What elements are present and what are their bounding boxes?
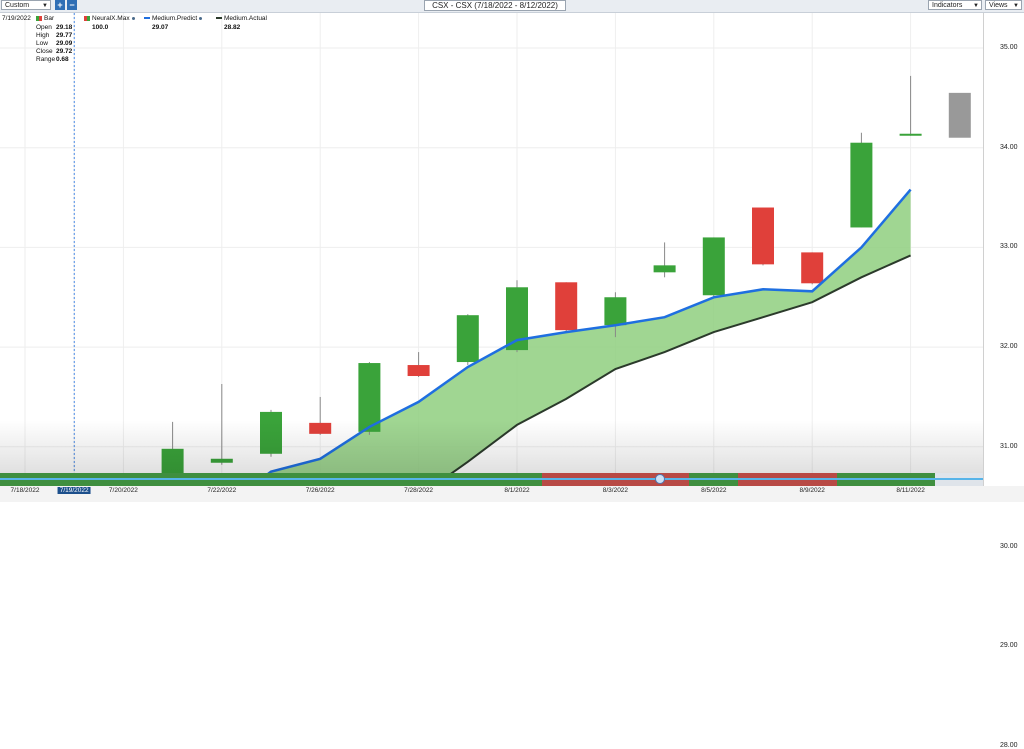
x-tick-label: 8/3/2022 — [602, 487, 629, 494]
actual-value: 28.82 — [224, 24, 241, 31]
dot-icon — [131, 16, 135, 20]
legend-neural: NeuralX.Max — [84, 15, 135, 23]
actual-swatch — [216, 17, 222, 20]
x-tick-label: 7/22/2022 — [207, 487, 237, 494]
candle-body — [407, 365, 430, 377]
x-tick-label: 8/9/2022 — [799, 487, 825, 494]
price-chart[interactable] — [0, 13, 983, 473]
x-tick-label: 8/5/2022 — [701, 487, 727, 494]
preset-dropdown[interactable]: Custom ▼ — [1, 0, 51, 10]
range-value: 0.68 — [56, 56, 69, 63]
y-tick-label: 35.00 — [1000, 44, 1018, 51]
y-tick-label: 30.00 — [1000, 542, 1018, 550]
open-label: Open — [36, 24, 52, 31]
x-tick-label: 7/19/2022 — [57, 487, 91, 494]
chevron-down-icon: ▼ — [973, 3, 979, 9]
candle-body — [555, 282, 578, 331]
legend-actual-label: Medium.Actual — [224, 15, 267, 22]
toolbar: Custom ▼ + − CSX - CSX (7/18/2022 - 8/12… — [0, 0, 1024, 13]
low-label: Low — [36, 40, 48, 47]
legend-neural-label: NeuralX.Max — [92, 15, 130, 22]
legend-predict: Medium.Predict — [144, 15, 203, 23]
candle-body — [850, 142, 873, 228]
x-tick-label: 7/26/2022 — [305, 487, 335, 494]
neural-value: 100.0 — [92, 24, 109, 31]
candle-body — [752, 207, 774, 265]
chevron-down-icon: ▼ — [1013, 3, 1019, 9]
x-tick-label: 8/1/2022 — [504, 487, 530, 494]
navigator-handle[interactable] — [655, 474, 665, 484]
y-tick-label: 28.00 — [1000, 741, 1018, 749]
high-label: High — [36, 32, 50, 39]
candle-body — [801, 252, 824, 284]
indicators-dropdown[interactable]: Indicators ▼ — [928, 0, 982, 10]
legend-bar-label: Bar — [44, 15, 55, 22]
x-tick-label: 8/11/2022 — [896, 487, 925, 494]
open-value: 29.18 — [56, 24, 73, 31]
bar-swatch — [36, 15, 42, 21]
info-date: 7/19/2022 — [2, 15, 31, 22]
add-button[interactable]: + — [55, 0, 65, 10]
views-label: Views — [989, 2, 1008, 9]
legend-predict-label: Medium.Predict — [152, 15, 198, 22]
indicators-label: Indicators — [932, 2, 963, 9]
neural-swatch — [84, 15, 90, 21]
x-tick-label: 7/18/2022 — [10, 487, 40, 494]
chart-title-selector[interactable]: CSX - CSX (7/18/2022 - 8/12/2022) — [424, 0, 566, 11]
candle-body — [899, 133, 922, 136]
chevron-down-icon: ▼ — [42, 3, 48, 9]
high-value: 29.77 — [56, 32, 73, 39]
candle-body — [161, 448, 184, 473]
candle-body — [702, 237, 725, 296]
candle-body — [604, 297, 627, 326]
legend-bar: Bar — [36, 15, 54, 23]
legend-actual: Medium.Actual — [216, 15, 267, 23]
forecast-candle-body — [948, 92, 971, 138]
views-dropdown[interactable]: Views ▼ — [985, 0, 1022, 10]
y-tick-label: 31.00 — [1000, 442, 1018, 450]
candle-body — [260, 411, 282, 454]
y-tick-label: 32.00 — [1000, 343, 1018, 351]
x-tick-label: 7/28/2022 — [404, 487, 434, 494]
low-value: 29.09 — [56, 40, 73, 47]
y-tick-label: 34.00 — [1000, 143, 1018, 151]
chart-title: CSX - CSX (7/18/2022 - 8/12/2022) — [432, 1, 558, 10]
range-label: Range — [36, 56, 56, 63]
candle-body — [358, 363, 381, 432]
candle-body — [653, 265, 676, 273]
x-tick-label: 7/20/2022 — [108, 487, 138, 494]
dot-icon — [199, 16, 203, 20]
candle-body — [456, 315, 479, 363]
close-value: 29.72 — [56, 48, 73, 55]
predict-value: 29.07 — [152, 24, 169, 31]
y-tick-label: 29.00 — [1000, 642, 1018, 650]
remove-button[interactable]: − — [67, 0, 77, 10]
candle-body — [210, 458, 233, 463]
preset-label: Custom — [5, 2, 30, 9]
y-tick-label: 33.00 — [1000, 243, 1018, 251]
navigator-range-line — [0, 478, 983, 480]
close-label: Close — [36, 48, 53, 55]
candle-body — [309, 422, 332, 434]
predict-swatch — [144, 17, 150, 20]
